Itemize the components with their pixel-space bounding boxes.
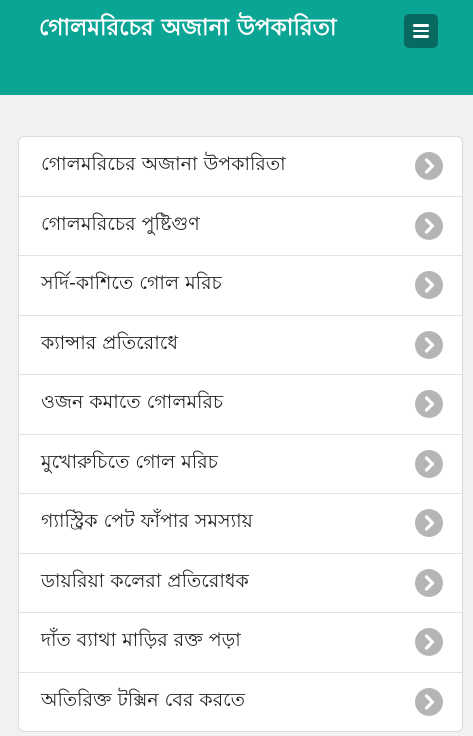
list-item-label: ক্যান্সার প্রতিরোধে	[41, 331, 179, 354]
list-item-label: ডায়রিয়া কলেরা প্রতিরোধক	[41, 569, 249, 592]
list-item-label: দাঁত ব্যাথা মাড়ির রক্ত পড়া	[41, 629, 241, 652]
list-item-label: সর্দি-কাশিতে গোল মরিচ	[41, 272, 222, 295]
chevron-right-icon	[415, 211, 443, 240]
chevron-right-icon	[415, 152, 443, 181]
chevron-right-icon	[415, 687, 443, 716]
list-item[interactable]: ক্যান্সার প্রতিরোধে	[19, 316, 462, 375]
list-item[interactable]: মুখোরুচিতে গোল মরিচ	[19, 435, 462, 494]
chevron-right-icon	[415, 509, 443, 538]
list-item[interactable]: ওজন কমাতে গোলমরিচ	[19, 375, 462, 435]
list-item[interactable]: গোলমরিচের পুষ্টিগুণ	[19, 197, 462, 256]
menu-button[interactable]	[404, 14, 438, 48]
chevron-right-icon	[415, 449, 443, 478]
list-item[interactable]: গোলমরিচের অজানা উপকারিতা	[19, 137, 462, 197]
list-item-label: গোলমরিচের পুষ্টিগুণ	[41, 212, 200, 235]
list-item[interactable]: অতিরিক্ত টক্সিন বের করতে	[19, 673, 462, 732]
app-header: গোলমরিচের অজানা উপকারিতা	[0, 0, 473, 95]
hamburger-icon-bar	[413, 35, 429, 38]
list-item[interactable]: সর্দি-কাশিতে গোল মরিচ	[19, 256, 462, 316]
list-item[interactable]: গ্যাস্ট্রিক পেট ফাঁপার সমস্যায়	[19, 494, 462, 554]
page-title: গোলমরিচের অজানা উপকারিতা	[39, 15, 337, 41]
chevron-right-icon	[415, 271, 443, 300]
list-item[interactable]: ডায়রিয়া কলেরা প্রতিরোধক	[19, 554, 462, 613]
hamburger-icon	[413, 24, 429, 27]
list-item-label: মুখোরুচিতে গোল মরিচ	[41, 450, 218, 473]
list-item-label: ওজন কমাতে গোলমরিচ	[41, 391, 224, 414]
topic-list: গোলমরিচের অজানা উপকারিতা গোলমরিচের পুষ্টি…	[18, 136, 463, 732]
chevron-right-icon	[415, 628, 443, 657]
list-item-label: গ্যাস্ট্রিক পেট ফাঁপার সমস্যায়	[41, 510, 253, 533]
chevron-right-icon	[415, 390, 443, 419]
list-item-label: গোলমরিচের অজানা উপকারিতা	[41, 153, 286, 176]
chevron-right-icon	[415, 330, 443, 359]
chevron-right-icon	[415, 568, 443, 597]
list-item[interactable]: দাঁত ব্যাথা মাড়ির রক্ত পড়া	[19, 613, 462, 673]
list-item-label: অতিরিক্ত টক্সিন বের করতে	[41, 688, 246, 711]
hamburger-icon-bar	[413, 29, 429, 33]
